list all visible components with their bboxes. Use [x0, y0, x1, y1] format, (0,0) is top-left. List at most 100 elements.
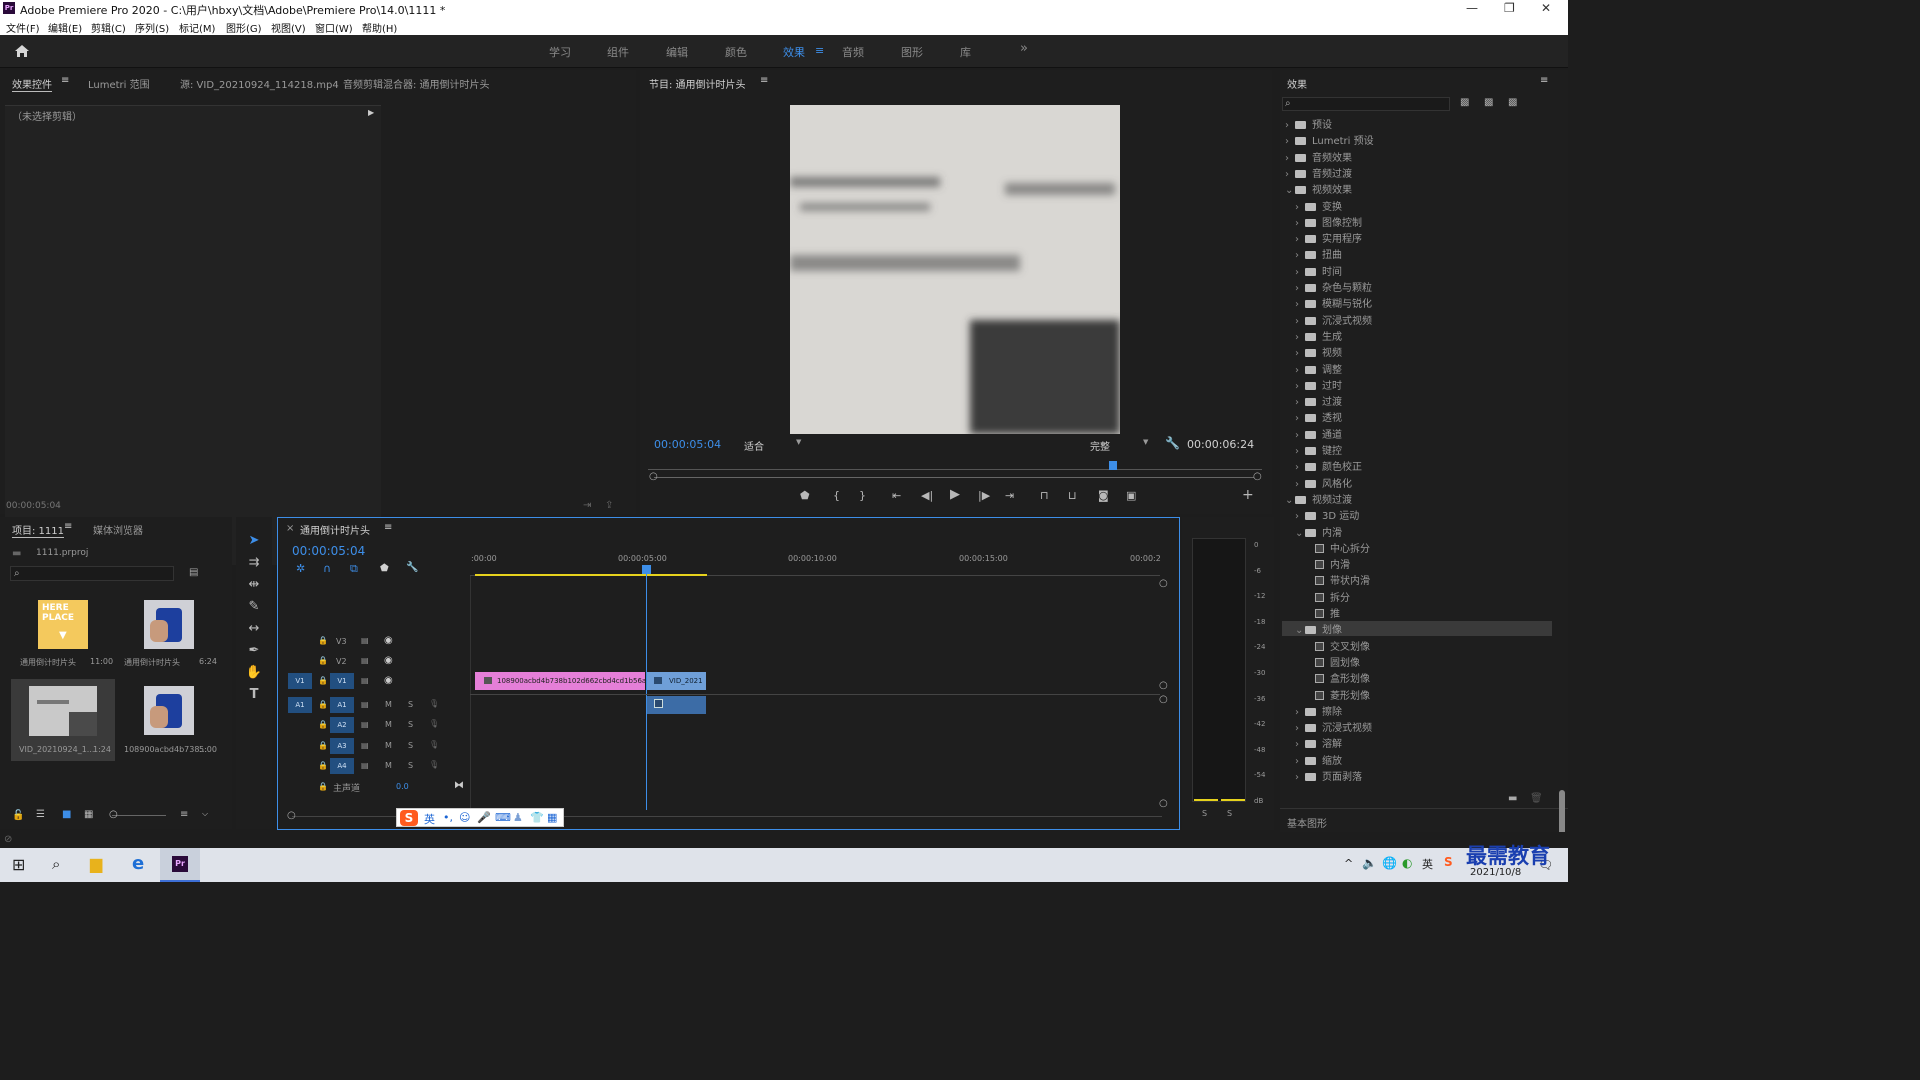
wrench-icon[interactable]: 🔧 — [1165, 436, 1180, 450]
chevron-down-icon[interactable]: ⌵ — [202, 809, 208, 819]
mute-button[interactable]: M — [385, 720, 392, 729]
solo-button[interactable]: S — [408, 720, 413, 729]
network-icon[interactable]: 🌐 — [1382, 856, 1397, 870]
chevron-right-icon[interactable]: › — [1285, 169, 1295, 180]
chevron-right-icon[interactable]: › — [1295, 397, 1305, 408]
chevron-right-icon[interactable]: › — [1295, 283, 1305, 294]
chevron-down-icon[interactable]: ⌄ — [1285, 185, 1295, 196]
home-icon[interactable] — [14, 44, 30, 58]
track-target-a1[interactable]: A1 — [330, 697, 354, 713]
lock-icon[interactable]: 🔒 — [318, 741, 328, 750]
video-clip[interactable]: 108900acbd4b738b102d662cbd4cd1b56ada — [475, 672, 645, 690]
step-forward-icon[interactable]: |▶ — [978, 489, 990, 502]
workspace-tab[interactable]: 音频 — [842, 44, 864, 60]
list-view-icon[interactable]: ☰ — [36, 809, 45, 820]
mark-out-icon[interactable]: } — [859, 489, 866, 502]
play-icon[interactable]: ▶ — [950, 487, 960, 502]
tab-project[interactable]: 项目: 1111 — [12, 522, 64, 538]
workspace-tab[interactable]: 组件 — [607, 44, 629, 60]
start-icon[interactable]: ⊞ — [12, 855, 25, 874]
chevron-down-icon[interactable]: ⌄ — [1285, 495, 1295, 506]
lock-icon[interactable]: 🔒 — [318, 700, 328, 709]
sync-lock-icon[interactable]: ▤ — [361, 741, 369, 750]
user-icon[interactable]: ♟ — [513, 811, 523, 824]
eye-icon[interactable]: ◉ — [384, 655, 393, 666]
eye-icon[interactable]: ◉ — [384, 675, 393, 686]
effect-item[interactable]: 带状内滑 — [1305, 572, 1370, 587]
minimize-button[interactable]: — — [1466, 1, 1478, 15]
linked-selection-icon[interactable]: ⧉ — [350, 562, 358, 576]
add-button-icon[interactable]: + — [1242, 487, 1254, 503]
effect-folder[interactable]: › 透视 — [1295, 409, 1342, 424]
panel-menu-icon[interactable]: ≡ — [760, 75, 768, 86]
effects-search-input[interactable] — [1282, 97, 1450, 111]
effect-item[interactable]: 交叉划像 — [1305, 638, 1370, 653]
scroll-handle-right[interactable]: ○ — [1253, 471, 1262, 482]
menu-window[interactable]: 窗口(W) — [315, 20, 353, 35]
lock-icon[interactable]: 🔒 — [318, 676, 328, 685]
hand-tool-icon[interactable]: ✋ — [244, 664, 264, 682]
effect-folder[interactable]: › 颜色校正 — [1295, 458, 1362, 473]
mark-in-icon[interactable]: { — [833, 489, 840, 502]
essential-graphics-tab[interactable]: 基本图形 — [1287, 815, 1327, 830]
razor-tool-icon[interactable]: ✎ — [244, 598, 264, 616]
menu-view[interactable]: 视图(V) — [271, 20, 306, 35]
chevron-right-icon[interactable]: › — [1295, 511, 1305, 522]
menu-sequence[interactable]: 序列(S) — [135, 20, 169, 35]
emoji-icon[interactable]: ☺ — [459, 811, 470, 824]
microphone-icon[interactable]: 🎙 — [429, 740, 439, 749]
effect-folder[interactable]: › 通道 — [1295, 426, 1342, 441]
timeline-timecode[interactable]: 00:00:05:04 — [292, 544, 365, 558]
chevron-down-icon[interactable]: ▼ — [1143, 438, 1148, 446]
menu-graphics[interactable]: 图形(G) — [226, 20, 262, 35]
track-target-a2[interactable]: A2 — [330, 717, 354, 733]
lock-icon[interactable]: 🔒 — [318, 720, 328, 729]
chevron-right-icon[interactable]: › — [1295, 250, 1305, 261]
effect-item[interactable]: 菱形划像 — [1305, 687, 1370, 702]
workspace-tab[interactable]: 编辑 — [666, 44, 688, 60]
menu-file[interactable]: 文件(F) — [6, 20, 40, 35]
camera-icon[interactable]: ◙ — [1098, 489, 1109, 502]
workspace-tab[interactable]: 图形 — [901, 44, 923, 60]
source-patch-v1[interactable]: V1 — [288, 673, 312, 689]
lock-icon[interactable]: 🔒 — [318, 636, 328, 645]
effect-folder[interactable]: › 生成 — [1295, 328, 1342, 343]
effect-folder[interactable]: › 3D 运动 — [1295, 507, 1359, 522]
chevron-right-icon[interactable]: › — [1295, 299, 1305, 310]
chevron-right-icon[interactable]: › — [1295, 234, 1305, 245]
microphone-icon[interactable]: 🎙 — [429, 719, 439, 728]
chevron-right-icon[interactable]: › — [1295, 332, 1305, 343]
chevron-right-icon[interactable]: › — [1295, 772, 1305, 783]
effect-folder[interactable]: › 时间 — [1295, 263, 1342, 278]
effect-folder[interactable]: › 擦除 — [1295, 703, 1342, 718]
chevron-down-icon[interactable]: ⌄ — [1295, 528, 1305, 539]
workspace-tab[interactable]: 库 — [960, 44, 971, 60]
track-target-a4[interactable]: A4 — [330, 758, 354, 774]
add-marker-icon[interactable]: ⬟ — [380, 563, 389, 574]
keyboard-icon[interactable]: ⌨ — [495, 811, 511, 824]
pen-tool-icon[interactable]: ✒ — [244, 642, 264, 660]
scroll-handle[interactable]: ○ — [1159, 694, 1168, 705]
chevron-down-icon[interactable]: ▼ — [796, 438, 801, 446]
fit-select[interactable]: 适合 — [744, 438, 764, 453]
effect-folder[interactable]: ⌄ 视频效果 — [1285, 181, 1352, 196]
sync-lock-icon[interactable]: ▤ — [361, 720, 369, 729]
sync-lock-icon[interactable]: ▤ — [361, 700, 369, 709]
effect-folder[interactable]: ⌄ 视频过渡 — [1285, 491, 1352, 506]
zoom-slider-handle[interactable]: ○ — [109, 809, 118, 820]
sequence-tab[interactable]: 通用倒计时片头 — [300, 522, 370, 537]
effect-folder[interactable]: › 视频 — [1295, 344, 1342, 359]
type-tool-icon[interactable]: T — [244, 686, 264, 704]
chevron-right-icon[interactable]: › — [1295, 202, 1305, 213]
effect-folder[interactable]: › 过时 — [1295, 377, 1342, 392]
effect-folder[interactable]: ⌄ 内滑 — [1295, 524, 1342, 539]
project-item[interactable]: 通用倒计时片头 6:24 — [116, 595, 222, 679]
effect-folder[interactable]: › 杂色与颗粒 — [1295, 279, 1372, 294]
search-icon[interactable]: ⌕ — [52, 855, 60, 873]
chevron-right-icon[interactable]: › — [1295, 446, 1305, 457]
effect-folder[interactable]: › Lumetri 预设 — [1285, 132, 1374, 147]
tab-lumetri-scopes[interactable]: Lumetri 范围 — [88, 76, 150, 91]
close-sequence-icon[interactable]: × — [286, 523, 294, 534]
close-button[interactable]: ✕ — [1541, 1, 1551, 15]
panel-menu-icon[interactable]: ≡ — [1540, 75, 1548, 86]
